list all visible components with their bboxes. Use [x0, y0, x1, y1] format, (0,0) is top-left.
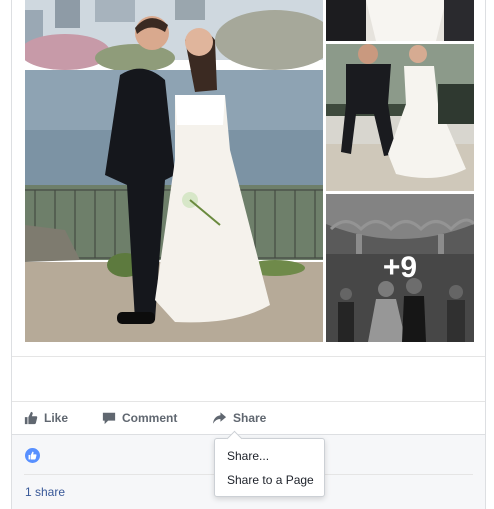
like-reaction-icon[interactable] — [25, 448, 40, 463]
action-bar: Like Comment Share — [12, 402, 485, 434]
thumbnail-photo-1[interactable] — [326, 0, 474, 41]
like-button[interactable]: Like — [24, 402, 68, 434]
wedding-couple-image — [25, 0, 323, 342]
post-card: +9 Like Comment Share 1 share Share... S… — [11, 0, 486, 509]
share-menu-item-share[interactable]: Share... — [227, 449, 269, 463]
main-photo[interactable] — [25, 0, 323, 342]
couple-detail-image — [326, 0, 474, 41]
couple-on-bench-image — [326, 44, 474, 191]
thumbnail-photo-more[interactable]: +9 — [326, 194, 474, 342]
share-button[interactable]: Share — [212, 402, 266, 434]
share-count-link[interactable]: 1 share — [25, 485, 65, 499]
share-menu-item-share-to-page[interactable]: Share to a Page — [227, 473, 314, 487]
thumbs-up-icon — [24, 411, 38, 425]
more-photos-overlay[interactable]: +9 — [326, 194, 474, 342]
share-arrow-icon — [212, 412, 227, 424]
like-label: Like — [44, 411, 69, 425]
comment-button[interactable]: Comment — [102, 402, 177, 434]
thumbs-up-icon — [28, 451, 37, 460]
share-dropdown-menu: Share... Share to a Page — [214, 430, 325, 497]
thumbnail-photo-2[interactable] — [326, 44, 474, 191]
more-photos-count: +9 — [382, 251, 418, 284]
share-label: Share — [233, 411, 267, 425]
comment-bubble-icon — [102, 412, 116, 425]
comment-label: Comment — [122, 411, 178, 425]
content-divider — [12, 356, 485, 357]
